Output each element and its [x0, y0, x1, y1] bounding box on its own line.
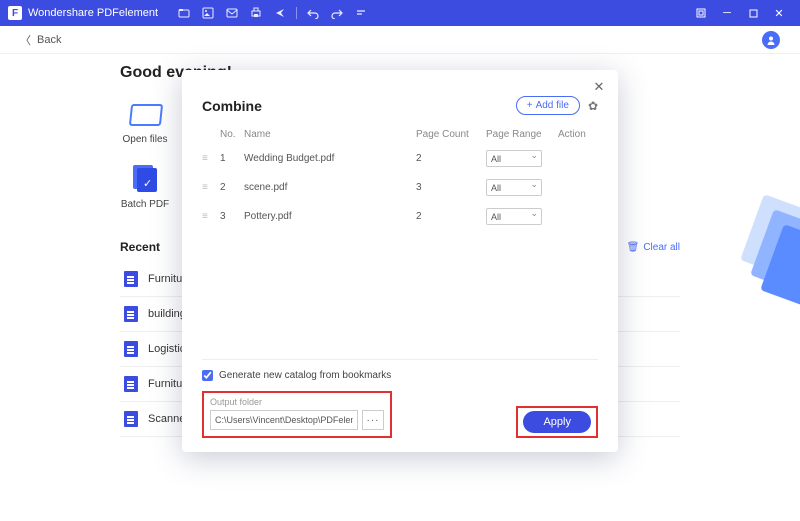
row-page-count: 2 — [416, 211, 486, 222]
page-range-select[interactable]: All — [486, 150, 542, 167]
output-folder-input[interactable] — [210, 410, 358, 430]
add-file-button[interactable]: + Add file — [516, 96, 580, 115]
browse-folder-button[interactable]: ··· — [362, 410, 384, 430]
modal-title: Combine — [202, 98, 262, 114]
col-page-range: Page Range — [486, 129, 558, 140]
generate-catalog-checkbox[interactable] — [202, 370, 213, 381]
files-table: No. Name Page Count Page Range Action ≡ … — [202, 125, 598, 231]
row-no: 3 — [220, 211, 244, 222]
apply-button[interactable]: Apply — [523, 411, 591, 433]
settings-icon[interactable]: ✿ — [588, 99, 598, 113]
table-row: ≡ 1 Wedding Budget.pdf 2 All — [202, 144, 598, 173]
output-folder-label: Output folder — [210, 397, 384, 407]
row-no: 1 — [220, 153, 244, 164]
apply-block: Apply — [516, 406, 598, 438]
combine-modal: ✕ Combine + Add file ✿ No. Name Page Cou… — [182, 70, 618, 452]
col-page-count: Page Count — [416, 129, 486, 140]
row-no: 2 — [220, 182, 244, 193]
row-page-count: 3 — [416, 182, 486, 193]
col-action: Action — [558, 129, 598, 140]
output-folder-block: Output folder ··· — [202, 391, 392, 438]
close-modal-button[interactable]: ✕ — [590, 78, 608, 96]
drag-handle-icon[interactable]: ≡ — [202, 153, 220, 164]
generate-catalog-label: Generate new catalog from bookmarks — [219, 370, 391, 381]
table-header: No. Name Page Count Page Range Action — [202, 125, 598, 144]
modal-overlay: ✕ Combine + Add file ✿ No. Name Page Cou… — [0, 0, 800, 521]
row-name: Wedding Budget.pdf — [244, 153, 416, 164]
page-range-select[interactable]: All — [486, 179, 542, 196]
row-name: Pottery.pdf — [244, 211, 416, 222]
add-file-label: Add file — [536, 100, 569, 111]
row-name: scene.pdf — [244, 182, 416, 193]
table-row: ≡ 3 Pottery.pdf 2 All — [202, 202, 598, 231]
plus-icon: + — [527, 100, 533, 111]
drag-handle-icon[interactable]: ≡ — [202, 211, 220, 222]
row-page-count: 2 — [416, 153, 486, 164]
drag-handle-icon[interactable]: ≡ — [202, 182, 220, 193]
page-range-select[interactable]: All — [486, 208, 542, 225]
col-no: No. — [220, 129, 244, 140]
table-row: ≡ 2 scene.pdf 3 All — [202, 173, 598, 202]
col-name: Name — [244, 129, 416, 140]
generate-catalog-row[interactable]: Generate new catalog from bookmarks — [202, 370, 598, 381]
modal-footer: Generate new catalog from bookmarks Outp… — [202, 359, 598, 438]
